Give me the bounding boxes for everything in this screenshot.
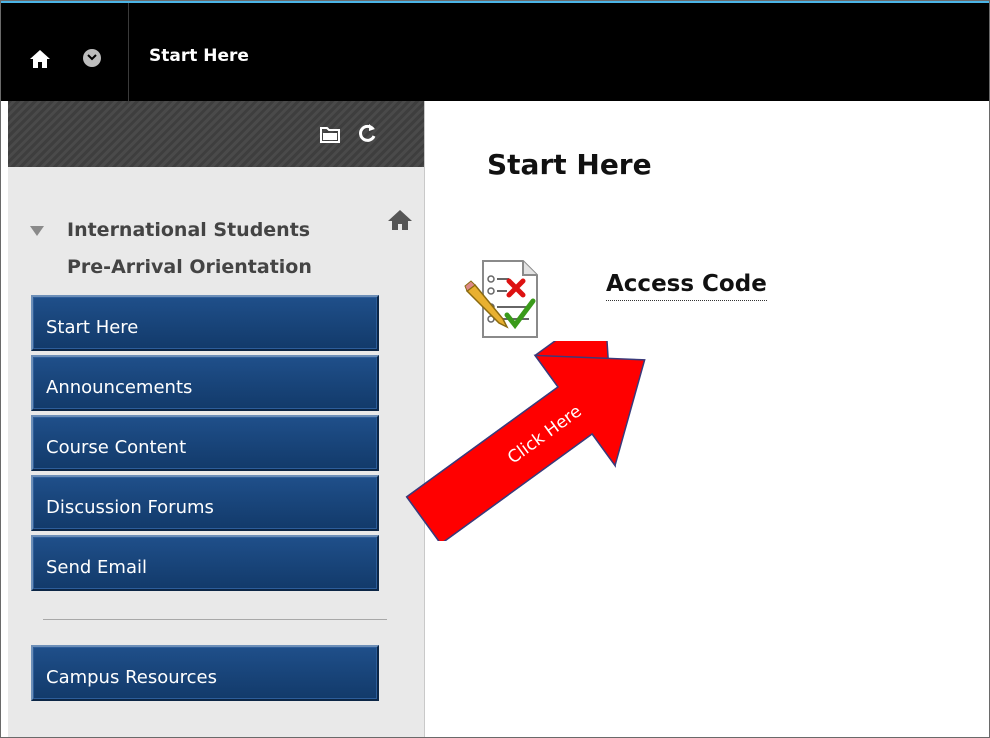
sidebar-item-send-email[interactable]: Send Email: [31, 535, 379, 591]
breadcrumb: Start Here: [149, 46, 249, 66]
chevron-down-icon[interactable]: [83, 49, 101, 67]
refresh-icon[interactable]: [358, 123, 378, 143]
course-title-line-2: Pre-Arrival Orientation: [67, 256, 312, 278]
page-frame: Start Here International Students Pre-Ar…: [0, 0, 990, 738]
course-title-line-1: International Students: [67, 219, 311, 241]
collapse-caret-icon[interactable]: [30, 226, 44, 236]
sidebar-item-start-here[interactable]: Start Here: [31, 295, 379, 351]
folder-view-icon[interactable]: [320, 125, 340, 143]
divider: [128, 3, 129, 101]
course-menu-toolbar: [8, 101, 424, 167]
menu-divider: [43, 619, 387, 620]
home-icon[interactable]: [29, 49, 51, 69]
sidebar-item-course-content[interactable]: Course Content: [31, 415, 379, 471]
click-here-arrow: Click Here: [405, 341, 646, 541]
course-menu: International Students Pre-Arrival Orien…: [8, 101, 425, 737]
sidebar-item-announcements[interactable]: Announcements: [31, 355, 379, 411]
top-navigation-bar: Start Here: [1, 3, 989, 101]
course-title[interactable]: International Students Pre-Arrival Orien…: [67, 212, 397, 286]
sidebar-item-campus-resources[interactable]: Campus Resources: [31, 645, 379, 701]
access-code-link[interactable]: Access Code: [606, 271, 767, 301]
page-title: Start Here: [487, 148, 652, 181]
course-home-icon[interactable]: [387, 209, 413, 231]
sidebar-item-discussion-forums[interactable]: Discussion Forums: [31, 475, 379, 531]
test-assessment-icon: [464, 260, 538, 338]
